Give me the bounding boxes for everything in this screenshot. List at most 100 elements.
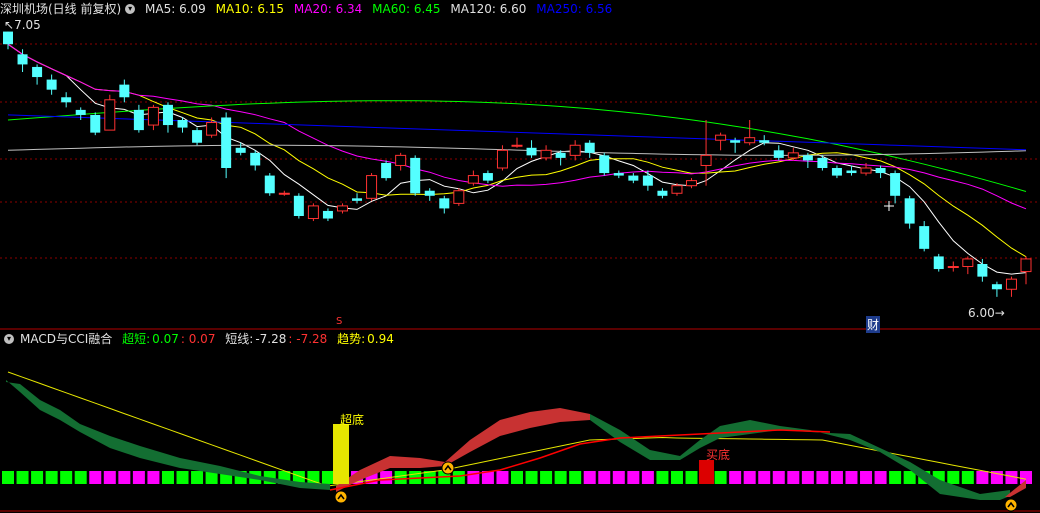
indicator-name: MACD与CCI融合 xyxy=(20,332,113,346)
candle-body-down xyxy=(424,190,435,196)
max-price-label: ↖7.05 xyxy=(4,18,41,32)
candle-body-down xyxy=(613,173,624,176)
signal-square xyxy=(758,471,771,484)
signal-square xyxy=(103,471,116,484)
candle-body-down xyxy=(482,173,493,181)
candle-body-down xyxy=(817,157,828,168)
candle-body-up xyxy=(395,154,407,166)
signal-square xyxy=(496,471,509,484)
signal-square xyxy=(772,471,785,484)
candle-body-down xyxy=(730,140,741,143)
min-price-value: 6.00 xyxy=(968,306,995,320)
signal-square xyxy=(874,471,887,484)
candle-body-down xyxy=(439,198,450,209)
candle-body-up xyxy=(860,167,872,174)
ma120-value: MA120: 6.60 xyxy=(450,2,527,16)
signal-square xyxy=(554,471,567,484)
signal-square xyxy=(176,471,189,484)
signal-square xyxy=(627,471,640,484)
candle-body-up xyxy=(569,144,581,156)
candle-body-down xyxy=(381,162,392,179)
signal-square xyxy=(583,471,596,484)
ma250-value: MA250: 6.56 xyxy=(536,2,613,16)
candle-body-up xyxy=(511,144,523,147)
stock-chart[interactable] xyxy=(0,0,1040,513)
chaodi-bar xyxy=(333,424,349,484)
candle-body-down xyxy=(250,152,261,166)
candle-body-down xyxy=(192,130,203,143)
duanxian-label: 短线: xyxy=(225,332,254,346)
candle-body-up xyxy=(206,122,218,136)
signal-square xyxy=(147,471,160,484)
chevron-down-icon[interactable]: ▾ xyxy=(4,333,14,344)
candle-body-up xyxy=(307,205,319,220)
candle-body-down xyxy=(162,104,173,126)
signal-square xyxy=(976,471,989,484)
signal-square xyxy=(31,471,44,484)
candle-body-down xyxy=(555,152,566,158)
candle-body-down xyxy=(991,284,1002,290)
candle-body-up xyxy=(1020,258,1032,273)
max-price-value: 7.05 xyxy=(14,18,41,32)
signal-square xyxy=(60,471,73,484)
signal-square xyxy=(511,471,523,484)
candle-body-down xyxy=(802,155,813,161)
candle-body-down xyxy=(846,170,857,174)
chaoduan-label: 超短: xyxy=(122,332,151,346)
candle-body-up xyxy=(962,258,974,268)
buy-marker-icon xyxy=(1004,498,1018,512)
signal-square xyxy=(714,471,727,484)
qushi-value: 0.94 xyxy=(367,332,394,346)
candle-body-up xyxy=(540,149,552,159)
maidi-label: 买底 xyxy=(706,448,731,462)
candle-body-down xyxy=(977,264,988,277)
candle-body-up xyxy=(671,185,683,194)
signal-square xyxy=(74,471,87,484)
candle-body-down xyxy=(657,190,668,196)
ma10-value: MA10: 6.15 xyxy=(215,2,285,16)
candle-body-down xyxy=(3,31,13,45)
candle-body-down xyxy=(584,142,595,153)
candle-body-down xyxy=(352,198,363,201)
candle-body-down xyxy=(61,97,72,103)
chevron-down-icon[interactable]: ▾ xyxy=(125,3,136,14)
signal-square xyxy=(598,471,611,484)
macd-cci-indicator xyxy=(2,201,1032,512)
candle-body-down xyxy=(890,173,901,196)
signal-square xyxy=(191,471,204,484)
signal-square xyxy=(132,471,145,484)
candle-body-down xyxy=(831,168,842,176)
signal-square xyxy=(394,471,407,484)
signal-square xyxy=(307,471,320,484)
cai-marker[interactable]: 财 xyxy=(866,316,881,333)
candle-body-up xyxy=(1005,278,1017,290)
candles xyxy=(3,31,1032,297)
signal-square xyxy=(452,471,465,484)
candle-body-down xyxy=(264,175,275,194)
min-price-label: 6.00→ xyxy=(968,306,1005,320)
candle-body-up xyxy=(496,149,508,169)
candle-body-down xyxy=(17,54,28,65)
signal-square xyxy=(89,471,102,484)
signal-square xyxy=(816,471,829,484)
candle-body-up xyxy=(715,134,727,141)
candle-body-up xyxy=(787,152,799,159)
candle-body-down xyxy=(410,157,421,194)
signal-square xyxy=(787,471,800,484)
candle-body-up xyxy=(104,99,116,131)
chaodi-label: 超底 xyxy=(340,413,365,427)
candle-body-down xyxy=(133,109,144,131)
candle-body-down xyxy=(628,175,639,181)
candle-body-down xyxy=(221,117,232,168)
signal-square xyxy=(16,471,29,484)
s-marker: S xyxy=(336,316,343,327)
buy-marker-icon xyxy=(441,461,455,475)
signal-square xyxy=(2,471,14,484)
candle-body-down xyxy=(526,147,537,156)
ma60-value: MA60: 6.45 xyxy=(372,2,441,16)
candle-body-up xyxy=(467,175,479,184)
ma20-value: MA20: 6.34 xyxy=(293,2,363,16)
signal-square xyxy=(947,471,960,484)
candle-body-down xyxy=(119,84,130,98)
signal-square xyxy=(685,471,698,484)
